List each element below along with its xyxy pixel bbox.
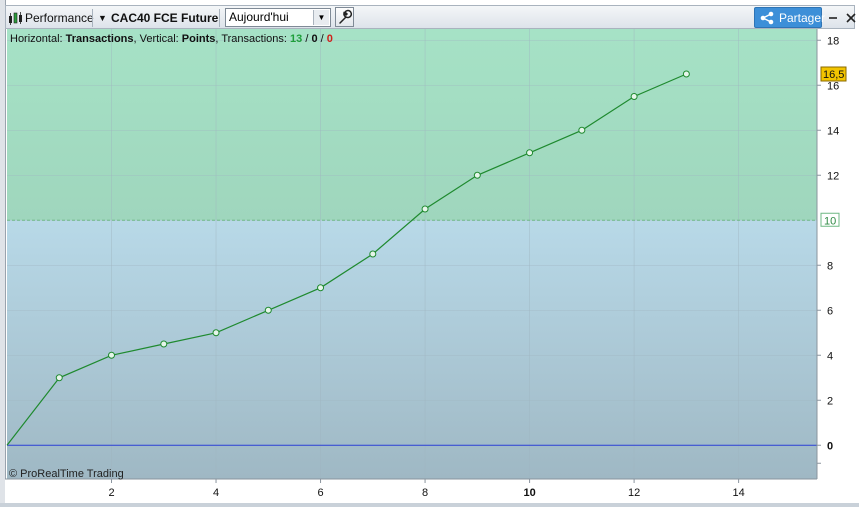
copyright-label: © ProRealTime Trading <box>9 468 124 480</box>
chevron-down-icon[interactable]: ▼ <box>313 10 329 25</box>
below-threshold-background <box>7 220 817 479</box>
y-tick-label: 2 <box>827 395 833 407</box>
equity-point <box>160 340 168 348</box>
performance-chart[interactable]: 0 2 4 6 8 12 14 16 18 2 4 6 8 10 12 14 10 16,5 Horizon… <box>5 29 855 505</box>
chart-summary-header: Horizontal: Transactions, Vertical: Poin… <box>10 33 333 45</box>
y-tick-label: 4 <box>827 350 833 362</box>
share-button-label: Partager <box>779 11 826 25</box>
chart-toolbar: Performance ▼ CAC40 FCE Future Aujourd'h… <box>5 5 858 30</box>
equity-point <box>421 205 429 213</box>
equity-point <box>264 306 272 314</box>
profit-zone-background <box>7 29 817 221</box>
y-tick-label: 14 <box>827 125 839 137</box>
toolbar-divider <box>219 9 220 27</box>
share-button[interactable]: Partager <box>754 7 826 28</box>
x-tick-label: 8 <box>422 487 428 499</box>
equity-point <box>526 149 534 157</box>
x-tick-label: 6 <box>317 487 323 499</box>
transactions-prefix: , Transactions: <box>215 33 290 45</box>
y-tick-label: 6 <box>827 305 833 317</box>
y-tick-label: 18 <box>827 35 839 47</box>
equity-point <box>317 284 325 292</box>
toolbar-divider <box>92 9 93 27</box>
equity-point <box>630 93 638 100</box>
wrench-icon <box>339 9 353 24</box>
y-tick-label: 12 <box>827 170 839 182</box>
threshold-label-box: 10 <box>820 212 840 227</box>
equity-point <box>578 126 586 134</box>
x-tick-label: 10 <box>523 487 535 499</box>
threshold-label: 10 <box>824 215 836 227</box>
transactions-separator: / <box>302 33 311 45</box>
instrument-label[interactable]: CAC40 FCE Future <box>111 6 218 30</box>
x-tick-label: 4 <box>213 487 219 499</box>
equity-point <box>108 351 116 359</box>
x-tick-label: 14 <box>732 487 744 499</box>
current-value-label: 16,5 <box>823 69 844 81</box>
equity-point <box>473 171 481 179</box>
minimize-icon[interactable] <box>826 11 840 25</box>
y-tick-label: 16 <box>827 80 839 92</box>
chart-canvas[interactable]: 0 2 4 6 8 12 14 16 18 2 4 6 8 10 12 14 10 16,5 Horizon… <box>5 29 855 505</box>
y-axis <box>817 29 855 505</box>
y-tick-label: 0 <box>827 440 833 452</box>
horizontal-prefix: Horizontal: <box>10 33 66 45</box>
y-tick-label: 8 <box>827 260 833 272</box>
bottom-edge <box>0 503 859 507</box>
x-axis <box>5 479 817 505</box>
transactions-last: 0 <box>327 33 333 45</box>
equity-point <box>369 250 377 258</box>
transactions-separator: / <box>318 33 327 45</box>
period-select-value: Aujourd'hui <box>229 10 289 24</box>
settings-wrench-button[interactable] <box>335 7 354 27</box>
x-tick-label: 12 <box>628 487 640 499</box>
current-value-badge: 16,5 <box>820 66 847 82</box>
x-tick-label: 2 <box>108 487 114 499</box>
close-icon[interactable] <box>844 11 858 25</box>
indicator-label[interactable]: Performance <box>25 6 94 30</box>
performance-indicator-icon[interactable] <box>8 10 24 26</box>
period-select[interactable]: Aujourd'hui ▼ <box>225 8 331 27</box>
vertical-value: Points <box>182 33 216 45</box>
share-icon <box>760 11 774 25</box>
equity-point <box>212 329 220 337</box>
transactions-total: 13 <box>290 33 302 45</box>
equity-point <box>55 374 63 382</box>
instrument-dropdown-arrow-icon[interactable]: ▼ <box>98 6 107 30</box>
vertical-prefix: , Vertical: <box>134 33 182 45</box>
equity-point <box>682 70 690 78</box>
horizontal-value: Transactions <box>66 33 134 45</box>
